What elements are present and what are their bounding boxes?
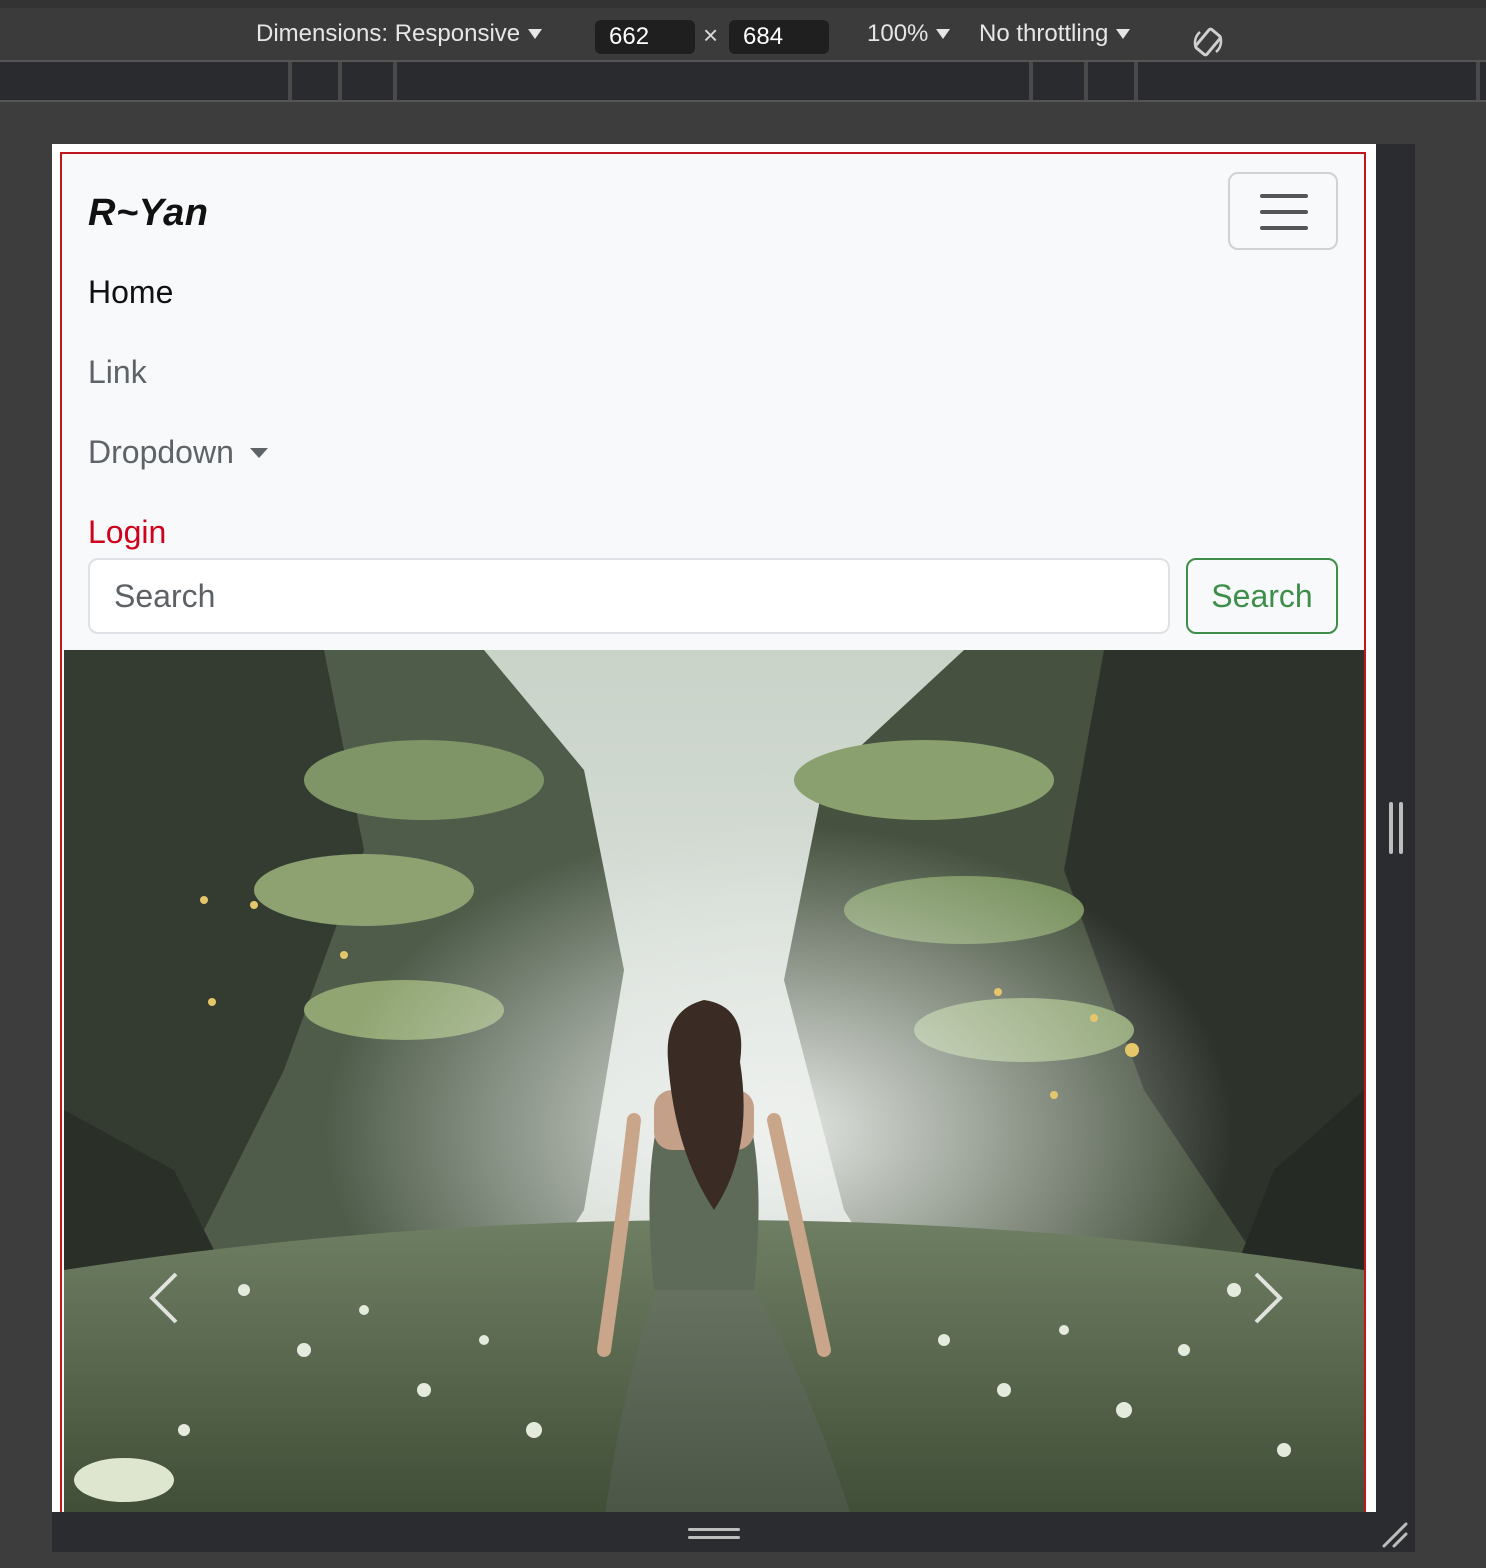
times-symbol: × (703, 20, 719, 50)
height-resize-handle[interactable] (688, 1528, 740, 1540)
brand-logo[interactable]: R~Yan (88, 192, 208, 235)
navbar: R~Yan Home Link Dropdown Login Search (62, 154, 1364, 648)
device-viewport: R~Yan Home Link Dropdown Login Search (52, 144, 1376, 1512)
width-resize-handle[interactable] (1389, 802, 1403, 854)
mq-divider (1134, 62, 1138, 100)
image-carousel (64, 650, 1364, 1512)
rotate-icon[interactable] (1190, 24, 1228, 62)
nav-dropdown[interactable]: Dropdown (88, 434, 268, 471)
dimensions-dropdown[interactable]: Dimensions: Responsive (256, 20, 543, 48)
grip-line (688, 1536, 740, 1539)
carousel-next-icon[interactable] (1248, 1270, 1288, 1326)
nav-link-login[interactable]: Login (88, 514, 166, 551)
grip-line (688, 1528, 740, 1531)
throttling-label: No throttling (979, 20, 1109, 47)
page-container: R~Yan Home Link Dropdown Login Search (60, 152, 1366, 1512)
mq-divider (1476, 62, 1480, 100)
corner-resize-icon[interactable] (1380, 1520, 1410, 1550)
grip-line (1389, 802, 1393, 854)
hamburger-icon (1260, 194, 1308, 198)
nav-link-home[interactable]: Home (88, 274, 173, 311)
caret-down-icon (249, 447, 268, 458)
chevron-down-icon (1116, 29, 1131, 39)
width-input[interactable] (595, 20, 695, 54)
nav-link-link[interactable]: Link (88, 354, 147, 391)
mq-divider (338, 62, 342, 100)
chevron-down-icon (528, 29, 543, 39)
hamburger-icon (1260, 226, 1308, 230)
devtools-toolbar: Dimensions: Responsive × 100% No throttl… (0, 0, 1486, 62)
carousel-prev-icon[interactable] (144, 1270, 184, 1326)
mq-divider (1084, 62, 1088, 100)
grip-line (1399, 802, 1403, 854)
navbar-toggler-button[interactable] (1228, 172, 1338, 250)
chevron-down-icon (936, 29, 951, 39)
media-query-bar (0, 62, 1486, 102)
mq-divider (288, 62, 292, 100)
zoom-label: 100% (867, 20, 929, 47)
mq-divider (393, 62, 397, 100)
height-input[interactable] (729, 20, 829, 54)
mq-divider (1029, 62, 1033, 100)
hamburger-icon (1260, 210, 1308, 214)
carousel-image (64, 650, 1364, 1512)
nav-dropdown-label: Dropdown (88, 434, 234, 470)
throttling-dropdown[interactable]: No throttling (979, 20, 1131, 48)
zoom-dropdown[interactable]: 100% (867, 20, 951, 48)
search-button[interactable]: Search (1186, 558, 1338, 634)
dimensions-label: Dimensions: Responsive (256, 20, 521, 47)
search-input[interactable] (88, 558, 1170, 634)
